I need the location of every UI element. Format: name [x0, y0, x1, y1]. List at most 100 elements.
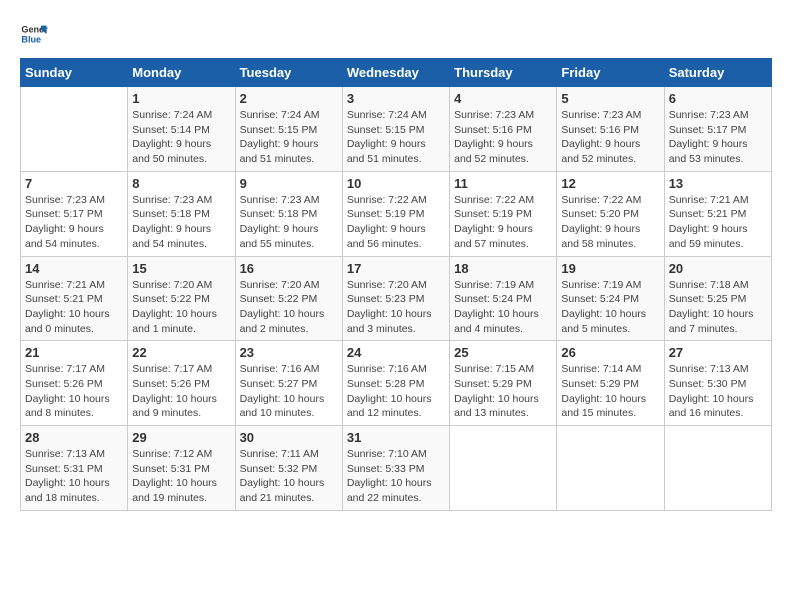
day-number: 21 [25, 345, 123, 360]
day-info: Sunrise: 7:23 AMSunset: 5:18 PMDaylight:… [132, 193, 230, 252]
calendar-cell: 8Sunrise: 7:23 AMSunset: 5:18 PMDaylight… [128, 171, 235, 256]
calendar-cell: 2 Sunrise: 7:24 AMSunset: 5:15 PMDaylight… [235, 87, 342, 172]
svg-text:Blue: Blue [21, 34, 41, 44]
calendar-table: SundayMondayTuesdayWednesdayThursdayFrid… [20, 58, 772, 511]
calendar-cell: 30Sunrise: 7:11 AMSunset: 5:32 PMDayligh… [235, 426, 342, 511]
day-of-week-header: Sunday [21, 59, 128, 87]
day-info: Sunrise: 7:24 AMSunset: 5:15 PMDaylight:… [347, 108, 445, 167]
day-number: 10 [347, 176, 445, 191]
day-number: 13 [669, 176, 767, 191]
day-info: Sunrise: 7:17 AMSunset: 5:26 PMDaylight:… [132, 362, 230, 421]
day-number: 20 [669, 261, 767, 276]
day-info: Sunrise: 7:20 AMSunset: 5:22 PMDaylight:… [132, 278, 230, 337]
day-number: 31 [347, 430, 445, 445]
day-info: Sunrise: 7:15 AMSunset: 5:29 PMDaylight:… [454, 362, 552, 421]
day-info: Sunrise: 7:18 AMSunset: 5:25 PMDaylight:… [669, 278, 767, 337]
day-info: Sunrise: 7:22 AMSunset: 5:19 PMDaylight:… [347, 193, 445, 252]
day-number: 15 [132, 261, 230, 276]
day-number: 6 [669, 91, 767, 106]
day-info: Sunrise: 7:14 AMSunset: 5:29 PMDaylight:… [561, 362, 659, 421]
day-number: 19 [561, 261, 659, 276]
calendar-cell: 18 Sunrise: 7:19 AMSunset: 5:24 PMDayligh… [450, 256, 557, 341]
calendar-cell: 7 Sunrise: 7:23 AMSunset: 5:17 PMDaylight… [21, 171, 128, 256]
day-number: 11 [454, 176, 552, 191]
day-number: 2 [240, 91, 338, 106]
day-number: 17 [347, 261, 445, 276]
calendar-week-row: 21 Sunrise: 7:17 AMSunset: 5:26 PMDayligh… [21, 341, 772, 426]
day-info: Sunrise: 7:12 AMSunset: 5:31 PMDaylight:… [132, 447, 230, 506]
day-of-week-header: Wednesday [342, 59, 449, 87]
calendar-cell: 12 Sunrise: 7:22 AMSunset: 5:20 PMDayligh… [557, 171, 664, 256]
day-info: Sunrise: 7:23 AMSunset: 5:17 PMDaylight:… [669, 108, 767, 167]
calendar-cell: 26Sunrise: 7:14 AMSunset: 5:29 PMDayligh… [557, 341, 664, 426]
day-number: 12 [561, 176, 659, 191]
day-info: Sunrise: 7:20 AMSunset: 5:23 PMDaylight:… [347, 278, 445, 337]
day-number: 30 [240, 430, 338, 445]
day-of-week-header: Saturday [664, 59, 771, 87]
calendar-cell: 13 Sunrise: 7:21 AMSunset: 5:21 PMDayligh… [664, 171, 771, 256]
logo-icon: General Blue [20, 20, 48, 48]
calendar-cell [21, 87, 128, 172]
calendar-cell: 6 Sunrise: 7:23 AMSunset: 5:17 PMDaylight… [664, 87, 771, 172]
day-number: 4 [454, 91, 552, 106]
calendar-cell: 24 Sunrise: 7:16 AMSunset: 5:28 PMDayligh… [342, 341, 449, 426]
calendar-cell: 27Sunrise: 7:13 AMSunset: 5:30 PMDayligh… [664, 341, 771, 426]
calendar-cell: 19 Sunrise: 7:19 AMSunset: 5:24 PMDayligh… [557, 256, 664, 341]
day-info: Sunrise: 7:21 AMSunset: 5:21 PMDaylight:… [669, 193, 767, 252]
calendar-cell [450, 426, 557, 511]
calendar-cell: 9 Sunrise: 7:23 AMSunset: 5:18 PMDaylight… [235, 171, 342, 256]
calendar-cell [664, 426, 771, 511]
day-number: 1 [132, 91, 230, 106]
day-number: 25 [454, 345, 552, 360]
day-info: Sunrise: 7:16 AMSunset: 5:28 PMDaylight:… [347, 362, 445, 421]
day-number: 7 [25, 176, 123, 191]
day-of-week-header: Thursday [450, 59, 557, 87]
day-info: Sunrise: 7:23 AMSunset: 5:16 PMDaylight:… [561, 108, 659, 167]
calendar-cell: 10 Sunrise: 7:22 AMSunset: 5:19 PMDayligh… [342, 171, 449, 256]
day-number: 22 [132, 345, 230, 360]
day-of-week-header: Monday [128, 59, 235, 87]
days-of-week-row: SundayMondayTuesdayWednesdayThursdayFrid… [21, 59, 772, 87]
calendar-cell: 3Sunrise: 7:24 AMSunset: 5:15 PMDaylight… [342, 87, 449, 172]
calendar-cell: 5 Sunrise: 7:23 AMSunset: 5:16 PMDaylight… [557, 87, 664, 172]
calendar-cell: 20 Sunrise: 7:18 AMSunset: 5:25 PMDayligh… [664, 256, 771, 341]
day-number: 29 [132, 430, 230, 445]
calendar-week-row: 14 Sunrise: 7:21 AMSunset: 5:21 PMDayligh… [21, 256, 772, 341]
calendar-week-row: 1Sunrise: 7:24 AMSunset: 5:14 PMDaylight… [21, 87, 772, 172]
calendar-cell: 14 Sunrise: 7:21 AMSunset: 5:21 PMDayligh… [21, 256, 128, 341]
day-number: 23 [240, 345, 338, 360]
day-info: Sunrise: 7:17 AMSunset: 5:26 PMDaylight:… [25, 362, 123, 421]
day-number: 16 [240, 261, 338, 276]
calendar-cell: 1Sunrise: 7:24 AMSunset: 5:14 PMDaylight… [128, 87, 235, 172]
calendar-cell: 29 Sunrise: 7:12 AMSunset: 5:31 PMDayligh… [128, 426, 235, 511]
day-of-week-header: Friday [557, 59, 664, 87]
day-number: 24 [347, 345, 445, 360]
day-info: Sunrise: 7:13 AMSunset: 5:30 PMDaylight:… [669, 362, 767, 421]
day-number: 14 [25, 261, 123, 276]
calendar-cell [557, 426, 664, 511]
day-info: Sunrise: 7:19 AMSunset: 5:24 PMDaylight:… [454, 278, 552, 337]
calendar-cell: 23Sunrise: 7:16 AMSunset: 5:27 PMDayligh… [235, 341, 342, 426]
day-number: 5 [561, 91, 659, 106]
logo: General Blue [20, 20, 48, 48]
day-info: Sunrise: 7:10 AMSunset: 5:33 PMDaylight:… [347, 447, 445, 506]
calendar-body: 1Sunrise: 7:24 AMSunset: 5:14 PMDaylight… [21, 87, 772, 511]
calendar-cell: 11 Sunrise: 7:22 AMSunset: 5:19 PMDayligh… [450, 171, 557, 256]
day-info: Sunrise: 7:22 AMSunset: 5:20 PMDaylight:… [561, 193, 659, 252]
day-number: 9 [240, 176, 338, 191]
calendar-cell: 22 Sunrise: 7:17 AMSunset: 5:26 PMDayligh… [128, 341, 235, 426]
day-info: Sunrise: 7:23 AMSunset: 5:18 PMDaylight:… [240, 193, 338, 252]
day-info: Sunrise: 7:24 AMSunset: 5:15 PMDaylight:… [240, 108, 338, 167]
day-info: Sunrise: 7:23 AMSunset: 5:16 PMDaylight:… [454, 108, 552, 167]
day-info: Sunrise: 7:19 AMSunset: 5:24 PMDaylight:… [561, 278, 659, 337]
calendar-cell: 31 Sunrise: 7:10 AMSunset: 5:33 PMDayligh… [342, 426, 449, 511]
day-number: 18 [454, 261, 552, 276]
day-info: Sunrise: 7:23 AMSunset: 5:17 PMDaylight:… [25, 193, 123, 252]
calendar-header: SundayMondayTuesdayWednesdayThursdayFrid… [21, 59, 772, 87]
day-number: 28 [25, 430, 123, 445]
day-info: Sunrise: 7:22 AMSunset: 5:19 PMDaylight:… [454, 193, 552, 252]
calendar-cell: 17 Sunrise: 7:20 AMSunset: 5:23 PMDayligh… [342, 256, 449, 341]
calendar-cell: 16 Sunrise: 7:20 AMSunset: 5:22 PMDayligh… [235, 256, 342, 341]
day-info: Sunrise: 7:21 AMSunset: 5:21 PMDaylight:… [25, 278, 123, 337]
day-info: Sunrise: 7:20 AMSunset: 5:22 PMDaylight:… [240, 278, 338, 337]
